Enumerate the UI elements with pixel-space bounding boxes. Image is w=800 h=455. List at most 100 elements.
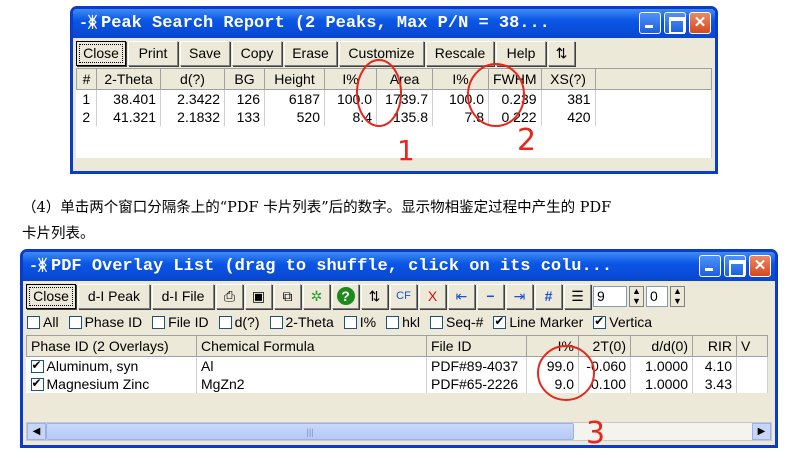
minimize-button[interactable]	[639, 12, 661, 34]
row-checkbox[interactable]	[30, 376, 44, 391]
col-formula[interactable]: Chemical Formula	[196, 335, 427, 357]
phase-name: Aluminum, syn	[46, 357, 139, 374]
table-row[interactable]: 1 38.401 2.3422 126 6187 100.0 1739.7 10…	[76, 89, 713, 108]
first-icon[interactable]: ⇤	[448, 283, 475, 309]
table-row[interactable]: Aluminum, syn Al PDF#89-4037 99.0 -0.060…	[26, 356, 768, 375]
erase-button[interactable]: Erase	[284, 40, 337, 66]
help-button[interactable]: Help	[496, 40, 546, 66]
save-disk-icon[interactable]: ▣	[245, 283, 272, 309]
column-toggle[interactable]: hkl	[386, 314, 420, 330]
col-2t0[interactable]: 2T(0)	[578, 335, 631, 357]
col-height[interactable]: Height	[264, 68, 325, 90]
checkbox[interactable]	[493, 314, 507, 329]
col-area-i-percent[interactable]: I%	[432, 68, 489, 90]
cell: 7.8	[432, 107, 489, 126]
col-area[interactable]: Area	[376, 68, 433, 90]
checkbox[interactable]	[218, 316, 232, 329]
column-toggle[interactable]: File ID	[152, 314, 209, 330]
col-i-percent[interactable]: I%	[324, 68, 377, 90]
dl-peak-button[interactable]: d-I Peak	[78, 283, 150, 309]
column-toggle[interactable]: Vertica	[593, 314, 652, 330]
col-file-id[interactable]: File ID	[426, 335, 527, 357]
horizontal-scrollbar[interactable]: ◀ ||| ▶	[26, 422, 772, 441]
col-d[interactable]: d(?)	[160, 68, 225, 90]
close-button[interactable]: Close	[76, 40, 126, 66]
cell: 9.0	[526, 374, 579, 393]
peak-window-title: Peak Search Report (2 Peaks, Max P/N = 3…	[101, 14, 550, 33]
checkbox[interactable]	[386, 316, 400, 329]
spinner-1[interactable]: ▲ ▼	[629, 285, 644, 307]
value-field-2[interactable]: 0	[646, 285, 668, 307]
cell: 38.401	[96, 89, 161, 108]
col-fwhm[interactable]: FWHM	[488, 68, 542, 90]
list-icon[interactable]: ☰	[564, 283, 591, 309]
save-button[interactable]: Save	[180, 40, 230, 66]
col-i-percent[interactable]: I%	[526, 335, 579, 357]
scroll-right-icon[interactable]: ▶	[752, 423, 771, 440]
pdf-window-titlebar[interactable]: -ᛤ PDF Overlay List (drag to shuffle, cl…	[23, 252, 775, 281]
close-window-button[interactable]	[689, 12, 711, 34]
chart-icon[interactable]: ✲	[303, 283, 330, 309]
cell: 100.0	[324, 89, 377, 108]
printer-icon[interactable]: ⎙	[216, 283, 243, 309]
col-2theta[interactable]: 2-Theta	[96, 68, 161, 90]
dl-file-button[interactable]: d-I File	[152, 283, 214, 309]
pdf-table-header: Phase ID (2 Overlays) Chemical Formula F…	[26, 335, 768, 357]
value-field-1[interactable]: 9	[593, 285, 627, 307]
pin-icon[interactable]: -ᛤ	[79, 15, 97, 32]
rescale-button[interactable]: Rescale	[426, 40, 494, 66]
checkbox[interactable]	[152, 316, 166, 329]
number-button[interactable]: #	[535, 283, 562, 309]
maximize-button[interactable]	[664, 12, 686, 34]
last-icon[interactable]: ⇥	[506, 283, 533, 309]
column-toggle[interactable]: Phase ID	[68, 314, 143, 330]
checkbox[interactable]	[430, 316, 444, 329]
col-index[interactable]: #	[76, 68, 97, 90]
col-d-d0[interactable]: d/d(0)	[630, 335, 693, 357]
close-button[interactable]: Close	[26, 283, 76, 309]
checkbox[interactable]	[343, 316, 357, 329]
column-toggle[interactable]: Line Marker	[493, 314, 583, 330]
col-bg[interactable]: BG	[224, 68, 265, 90]
row-checkbox[interactable]	[30, 358, 44, 373]
col-phase-id[interactable]: Phase ID (2 Overlays)	[26, 335, 197, 357]
cell: 100.0	[432, 89, 489, 108]
peak-window-titlebar[interactable]: -ᛤ Peak Search Report (2 Peaks, Max P/N …	[73, 9, 715, 38]
remove-button[interactable]: X	[419, 283, 446, 309]
checkbox-label: Phase ID	[84, 314, 143, 330]
column-toggle[interactable]: Seq-#	[430, 314, 483, 330]
checkbox[interactable]	[68, 316, 82, 329]
cell: MgZn2	[196, 374, 427, 393]
col-rir[interactable]: RIR	[692, 335, 737, 357]
column-toggle[interactable]: All	[27, 314, 59, 330]
checkbox[interactable]	[269, 316, 283, 329]
pin-icon[interactable]: -ᛤ	[29, 258, 47, 275]
table-row[interactable]: Magnesium Zinc MgZn2 PDF#65-2226 9.0 0.1…	[26, 374, 768, 393]
scroll-left-icon[interactable]: ◀	[27, 423, 46, 440]
cf-button[interactable]: CF	[390, 283, 417, 309]
minimize-button[interactable]	[699, 255, 721, 277]
column-toggle[interactable]: I%	[343, 314, 376, 330]
table-row[interactable]: 2 41.321 2.1832 133 520 8.4 135.8 7.8 0.…	[76, 107, 713, 126]
checkbox[interactable]	[27, 316, 40, 329]
sort-icon[interactable]: ⇅	[548, 40, 575, 66]
close-window-button[interactable]	[749, 255, 771, 277]
scrollbar-thumb[interactable]: |||	[46, 423, 574, 440]
checkbox[interactable]	[593, 314, 607, 329]
minus-icon[interactable]: −	[477, 283, 504, 309]
pdf-window-controls	[699, 255, 771, 277]
help-icon[interactable]: ?	[332, 283, 359, 309]
copy-button[interactable]: Copy	[232, 40, 282, 66]
print-button[interactable]: Print	[128, 40, 178, 66]
column-checkbox-row: All Phase ID File ID d(?) 2-Theta I% hkl Seq-# L…	[23, 311, 775, 333]
column-toggle[interactable]: d(?)	[218, 314, 260, 330]
copy-icon[interactable]: ⧉	[274, 283, 301, 309]
customize-button[interactable]: Customize	[339, 40, 424, 66]
sort-icon[interactable]: ⇅	[361, 283, 388, 309]
column-toggle[interactable]: 2-Theta	[269, 314, 334, 330]
spinner-2[interactable]: ▲ ▼	[670, 285, 685, 307]
col-v[interactable]: V	[736, 335, 768, 357]
col-xs[interactable]: XS(?)	[540, 68, 596, 90]
scroll-track[interactable]	[574, 423, 752, 440]
maximize-button[interactable]	[724, 255, 746, 277]
